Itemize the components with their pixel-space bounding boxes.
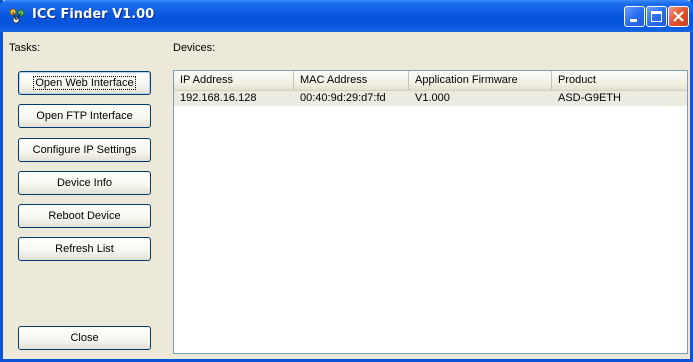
maximize-icon: [651, 11, 662, 22]
open-web-interface-label: Open Web Interface: [33, 76, 136, 90]
minimize-button[interactable]: [624, 6, 645, 27]
product-cell: ASD-G9ETH: [558, 92, 621, 104]
devices-list-header: IP Address MAC Address Application Firmw…: [174, 71, 687, 91]
close-window-button[interactable]: [668, 6, 689, 27]
column-mac-address[interactable]: MAC Address: [294, 71, 409, 90]
configure-ip-settings-label: Configure IP Settings: [32, 144, 137, 156]
tasks-label: Tasks:: [9, 42, 41, 54]
window-title: ICC Finder V1.00: [32, 7, 155, 22]
column-product[interactable]: Product: [552, 71, 689, 90]
close-icon: [673, 11, 684, 22]
close-button[interactable]: Close: [18, 326, 151, 350]
device-row[interactable]: 192.168.16.128 00:40:9d:29:d7:fd V1.000 …: [174, 91, 687, 106]
open-ftp-interface-label: Open FTP Interface: [36, 110, 133, 122]
open-ftp-interface-button[interactable]: Open FTP Interface: [18, 104, 151, 128]
network-icon: [8, 7, 26, 25]
configure-ip-settings-button[interactable]: Configure IP Settings: [18, 138, 151, 162]
minimize-icon: [630, 19, 637, 22]
main-window: ICC Finder V1.00 Tasks: Devices: Open We…: [0, 0, 693, 362]
devices-list[interactable]: IP Address MAC Address Application Firmw…: [173, 70, 688, 354]
ip-address-cell: 192.168.16.128: [180, 92, 257, 104]
open-web-interface-button[interactable]: Open Web Interface: [18, 71, 151, 95]
reboot-device-label: Reboot Device: [48, 210, 121, 222]
close-label: Close: [70, 332, 99, 344]
devices-label: Devices:: [173, 42, 216, 54]
firmware-cell: V1.000: [415, 92, 450, 104]
maximize-button[interactable]: [646, 6, 667, 27]
refresh-list-button[interactable]: Refresh List: [18, 237, 151, 261]
device-info-button[interactable]: Device Info: [18, 171, 151, 195]
reboot-device-button[interactable]: Reboot Device: [18, 204, 151, 228]
refresh-list-label: Refresh List: [55, 243, 114, 255]
device-info-label: Device Info: [56, 177, 113, 189]
column-application-firmware[interactable]: Application Firmware: [409, 71, 552, 90]
column-ip-address[interactable]: IP Address: [174, 71, 294, 90]
mac-address-cell: 00:40:9d:29:d7:fd: [300, 92, 386, 104]
title-bar[interactable]: ICC Finder V1.00: [0, 0, 693, 32]
